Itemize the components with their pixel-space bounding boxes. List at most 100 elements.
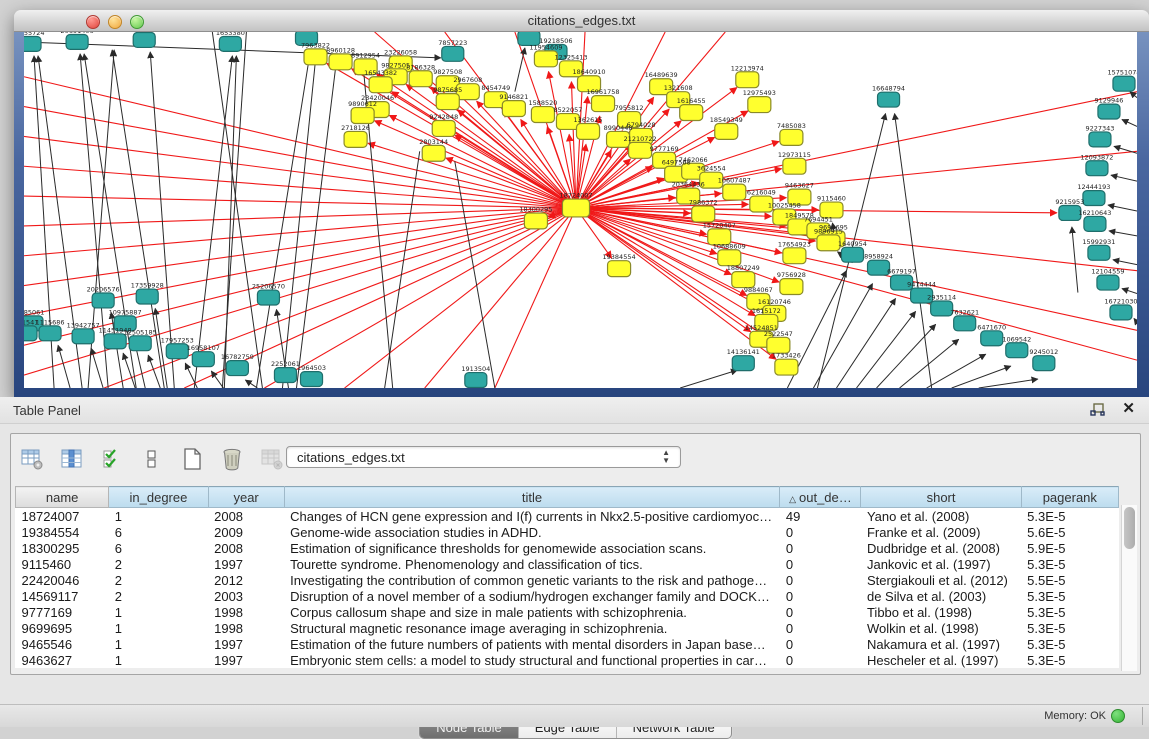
network-node[interactable] <box>748 97 771 113</box>
network-node[interactable] <box>304 49 327 65</box>
network-node[interactable] <box>1033 356 1055 371</box>
network-node[interactable] <box>409 71 432 87</box>
network-node[interactable] <box>133 32 155 47</box>
network-node[interactable] <box>1113 76 1135 91</box>
column-header-title[interactable]: title <box>284 487 780 508</box>
table-row[interactable]: 911546021997Tourette syndrome. Phenomeno… <box>16 556 1119 572</box>
close-panel-icon[interactable]: ✕ <box>1122 401 1135 417</box>
network-node[interactable] <box>680 105 703 121</box>
svg-text:16721030: 16721030 <box>1104 297 1137 305</box>
network-node[interactable] <box>732 356 754 371</box>
network-node[interactable] <box>608 261 631 277</box>
network-node[interactable] <box>369 77 392 93</box>
network-node[interactable] <box>1084 216 1106 231</box>
svg-text:16489639: 16489639 <box>645 71 678 79</box>
network-node[interactable] <box>219 36 241 51</box>
select-columns-icon[interactable] <box>99 446 125 472</box>
table-row[interactable]: 969969511998Structural magnetic resonanc… <box>16 620 1119 636</box>
network-node[interactable] <box>817 235 840 251</box>
network-window-titlebar[interactable]: citations_edges.txt <box>14 10 1149 32</box>
network-node[interactable] <box>274 368 296 383</box>
network-node[interactable] <box>1110 305 1132 320</box>
network-node[interactable] <box>300 372 322 387</box>
network-node[interactable] <box>502 101 525 117</box>
network-node[interactable] <box>775 359 798 375</box>
network-view-canvas[interactable]: 1055724206914061811503165338016033809785… <box>24 32 1137 388</box>
table-row[interactable]: 1830029562008Estimation of significance … <box>16 540 1119 556</box>
table-row[interactable]: 2242004622012Investigating the contribut… <box>16 572 1119 588</box>
table-row[interactable]: 977716911998Corpus callosum shape and si… <box>16 604 1119 620</box>
network-node[interactable] <box>72 329 94 344</box>
table-row[interactable]: 946362711997Embryonic stem cells: a mode… <box>16 652 1119 668</box>
network-node[interactable] <box>166 344 188 359</box>
network-node[interactable] <box>576 123 599 139</box>
network-node[interactable] <box>1083 191 1105 206</box>
network-node[interactable] <box>442 46 464 61</box>
network-node[interactable] <box>780 279 803 295</box>
scrollbar-thumb[interactable] <box>1124 507 1135 549</box>
network-node[interactable] <box>954 316 976 331</box>
network-node[interactable] <box>436 94 459 110</box>
network-node[interactable] <box>592 96 615 112</box>
network-node[interactable] <box>24 36 41 51</box>
network-node[interactable] <box>562 199 589 217</box>
network-node[interactable] <box>783 158 806 174</box>
table-column-icon[interactable] <box>59 446 85 472</box>
network-node[interactable] <box>1088 245 1110 260</box>
float-panel-icon[interactable] <box>1090 403 1105 417</box>
network-node[interactable] <box>1098 104 1120 119</box>
network-node[interactable] <box>1086 161 1108 176</box>
table-row[interactable]: 1456911722003Disruption of a novel membe… <box>16 588 1119 604</box>
network-node[interactable] <box>878 92 900 107</box>
column-header-year[interactable]: year <box>208 487 284 508</box>
network-node[interactable] <box>136 289 158 304</box>
node-table[interactable]: namein_degreeyeartitle△out_de…shortpager… <box>15 486 1119 668</box>
network-node[interactable] <box>129 336 151 351</box>
network-node[interactable] <box>1089 132 1111 147</box>
network-node[interactable] <box>981 331 1003 346</box>
network-node[interactable] <box>344 131 367 147</box>
network-node[interactable] <box>329 54 352 70</box>
column-header-name[interactable]: name <box>16 487 109 508</box>
network-node[interactable] <box>780 129 803 145</box>
network-node[interactable] <box>841 247 863 262</box>
network-node[interactable] <box>715 123 738 139</box>
network-node[interactable] <box>351 108 374 124</box>
network-node[interactable] <box>422 145 445 161</box>
network-node[interactable] <box>226 361 248 376</box>
table-vertical-scrollbar[interactable] <box>1121 505 1137 671</box>
network-node[interactable] <box>629 142 652 158</box>
network-node[interactable] <box>723 184 746 200</box>
network-node[interactable] <box>92 293 114 308</box>
table-row[interactable]: 1938455462009Genome-wide association stu… <box>16 524 1119 540</box>
node-table-header-row[interactable]: namein_degreeyeartitle△out_de…shortpager… <box>16 487 1119 508</box>
network-node[interactable] <box>39 326 61 341</box>
delete-table-icon[interactable] <box>219 446 245 472</box>
memory-ok-icon[interactable] <box>1111 709 1125 723</box>
column-header-short[interactable]: short <box>861 487 1021 508</box>
svg-text:9245012: 9245012 <box>1029 348 1058 356</box>
network-node[interactable] <box>66 34 88 49</box>
network-node[interactable] <box>24 326 37 341</box>
network-node[interactable] <box>1097 275 1119 290</box>
table-row[interactable]: 1872400712008Changes of HCN gene express… <box>16 508 1119 525</box>
column-header-outde[interactable]: △out_de… <box>780 487 861 508</box>
row-height-icon[interactable] <box>139 446 165 472</box>
network-node[interactable] <box>1006 343 1028 358</box>
table-row[interactable]: 946554611997Estimation of the future num… <box>16 636 1119 652</box>
column-header-indegree[interactable]: in_degree <box>109 487 208 508</box>
import-table-icon[interactable] <box>259 446 285 472</box>
network-node[interactable] <box>192 352 214 367</box>
network-node[interactable] <box>783 248 806 264</box>
network-node[interactable] <box>257 290 279 305</box>
network-node[interactable] <box>531 107 554 123</box>
network-node[interactable] <box>524 213 547 229</box>
network-node[interactable] <box>692 206 715 222</box>
network-node[interactable] <box>432 121 455 137</box>
network-node[interactable] <box>465 373 487 388</box>
network-select-dropdown[interactable]: citations_edges.txt ▲▼ <box>286 446 681 468</box>
table-settings-icon[interactable] <box>19 446 45 472</box>
network-node[interactable] <box>736 72 759 88</box>
new-table-icon[interactable] <box>179 446 205 472</box>
column-header-pagerank[interactable]: pagerank <box>1021 487 1118 508</box>
